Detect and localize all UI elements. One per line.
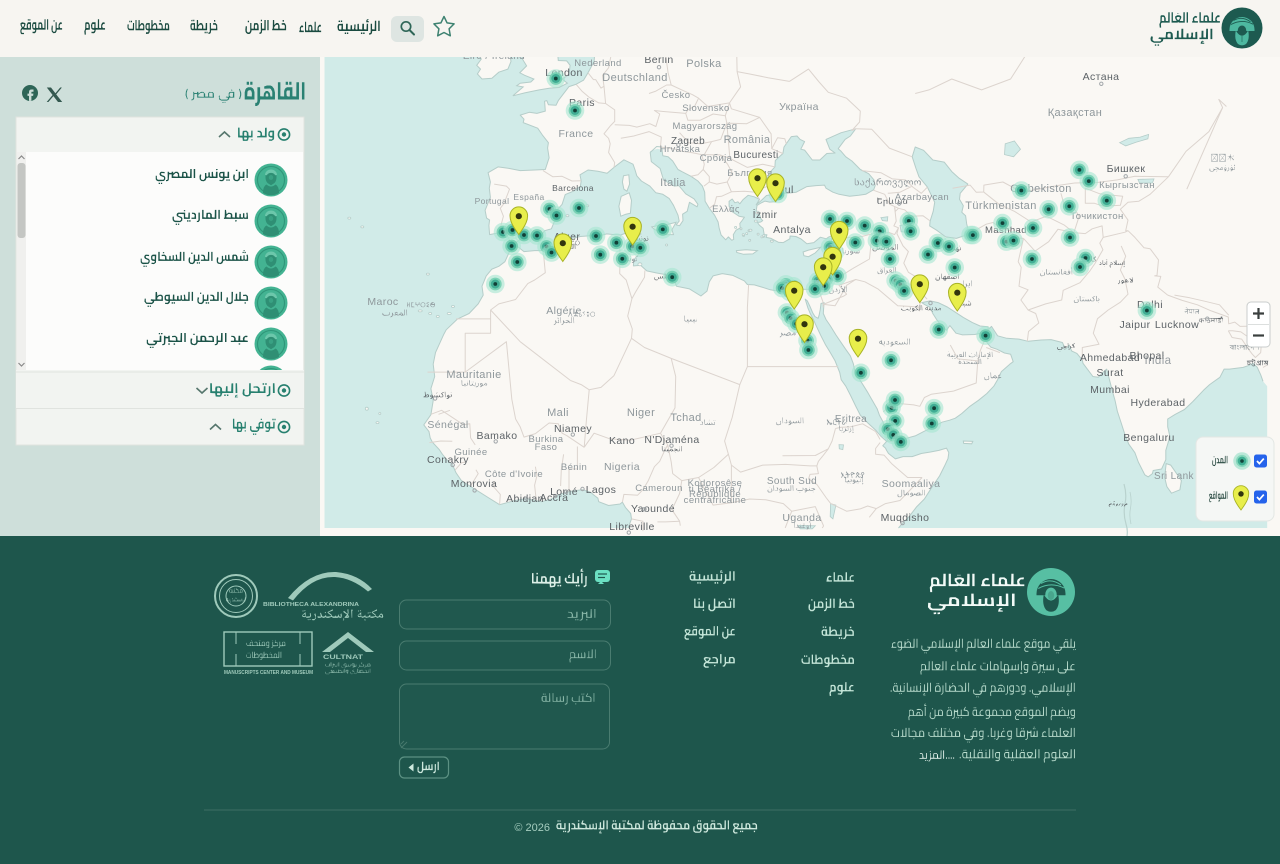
svg-text:BIBLIOTHECA ALEXANDRINA: BIBLIOTHECA ALEXANDRINA — [263, 602, 360, 608]
svg-text:centrafricaine: centrafricaine — [684, 495, 747, 506]
svg-text:© 2026: © 2026 — [514, 822, 550, 834]
svg-text:Астана: Астана — [1083, 71, 1120, 83]
svg-text:Uganda: Uganda — [782, 512, 821, 524]
svg-text:Magyarország: Magyarország — [673, 121, 738, 132]
svg-text:Hyderabad: Hyderabad — [1131, 397, 1186, 409]
svg-text:İzmir: İzmir — [753, 208, 778, 221]
svg-text:Niger: Niger — [627, 407, 655, 419]
svg-text:România: România — [724, 134, 771, 146]
svg-text:Türkmenistan: Türkmenistan — [965, 200, 1036, 212]
svg-text:Bengaluru: Bengaluru — [1123, 432, 1174, 444]
svg-text:Muqdisho: Muqdisho — [881, 512, 930, 524]
svg-text:Italia: Italia — [660, 177, 686, 189]
svg-text:France: France — [558, 128, 593, 140]
svg-text:Mauritanie: Mauritanie — [446, 369, 501, 381]
svg-text:Conakry: Conakry — [427, 454, 469, 466]
svg-text:Кыргызстан: Кыргызстан — [1099, 180, 1155, 191]
svg-text:CULTNAT: CULTNAT — [323, 654, 363, 661]
svg-text:Polska: Polska — [686, 58, 722, 70]
svg-text:Deutschland: Deutschland — [602, 72, 668, 84]
svg-text:Mali: Mali — [547, 407, 569, 419]
svg-text:Bénin: Bénin — [561, 462, 587, 473]
svg-text:España: España — [513, 192, 544, 202]
svg-text:Eritrea: Eritrea — [835, 414, 867, 425]
svg-text:Nigeria: Nigeria — [604, 461, 640, 473]
svg-text:South Sud: South Sud — [767, 476, 817, 487]
svg-text:Jaipur: Jaipur — [1120, 319, 1151, 331]
svg-text:Yaoundé: Yaoundé — [631, 503, 675, 515]
svg-text:Azarbaycan: Azarbaycan — [895, 192, 949, 203]
svg-text:Libreville: Libreville — [609, 521, 654, 533]
svg-text:Monrovia: Monrovia — [451, 478, 497, 490]
svg-text:Surat: Surat — [1096, 367, 1123, 379]
svg-text:MANUSCRIPTS CENTER AND MUSEUM: MANUSCRIPTS CENTER AND MUSEUM — [224, 670, 313, 676]
svg-text:Mumbai: Mumbai — [1090, 384, 1130, 396]
svg-text:Barcelona: Barcelona — [552, 183, 594, 193]
svg-text:Точикистон: Точикистон — [1070, 211, 1123, 222]
svg-text:Lucknow: Lucknow — [1155, 319, 1199, 331]
svg-text:Maroc: Maroc — [367, 296, 398, 308]
svg-text:Sénégal: Sénégal — [427, 419, 468, 431]
svg-text:Bhopal: Bhopal — [1129, 350, 1164, 362]
svg-text:Србија: Србија — [700, 153, 733, 164]
svg-text:Tchad: Tchad — [670, 412, 701, 424]
svg-text:Antalya: Antalya — [773, 224, 811, 236]
svg-text:Portugal: Portugal — [475, 196, 510, 206]
svg-text:Česko: Česko — [662, 90, 691, 101]
svg-text:Soomaaliya: Soomaaliya — [882, 478, 941, 490]
svg-text:Zagreb: Zagreb — [671, 136, 705, 147]
svg-text:Бишкек: Бишкек — [1107, 163, 1146, 175]
svg-text:Cameroun: Cameroun — [635, 483, 683, 494]
svg-text:Bucuresti: Bucuresti — [733, 150, 778, 161]
svg-text:Ελλάς: Ελλάς — [712, 204, 740, 215]
svg-text:Қазақстан: Қазақстан — [1048, 107, 1103, 119]
svg-text:Lagos: Lagos — [586, 484, 617, 496]
svg-text:Faso: Faso — [535, 442, 558, 453]
svg-text:Україна: Україна — [779, 101, 819, 113]
svg-text:Kano: Kano — [609, 435, 635, 447]
svg-text:Slovensko: Slovensko — [682, 103, 729, 114]
svg-text:Sri Lank: Sri Lank — [1154, 471, 1194, 482]
